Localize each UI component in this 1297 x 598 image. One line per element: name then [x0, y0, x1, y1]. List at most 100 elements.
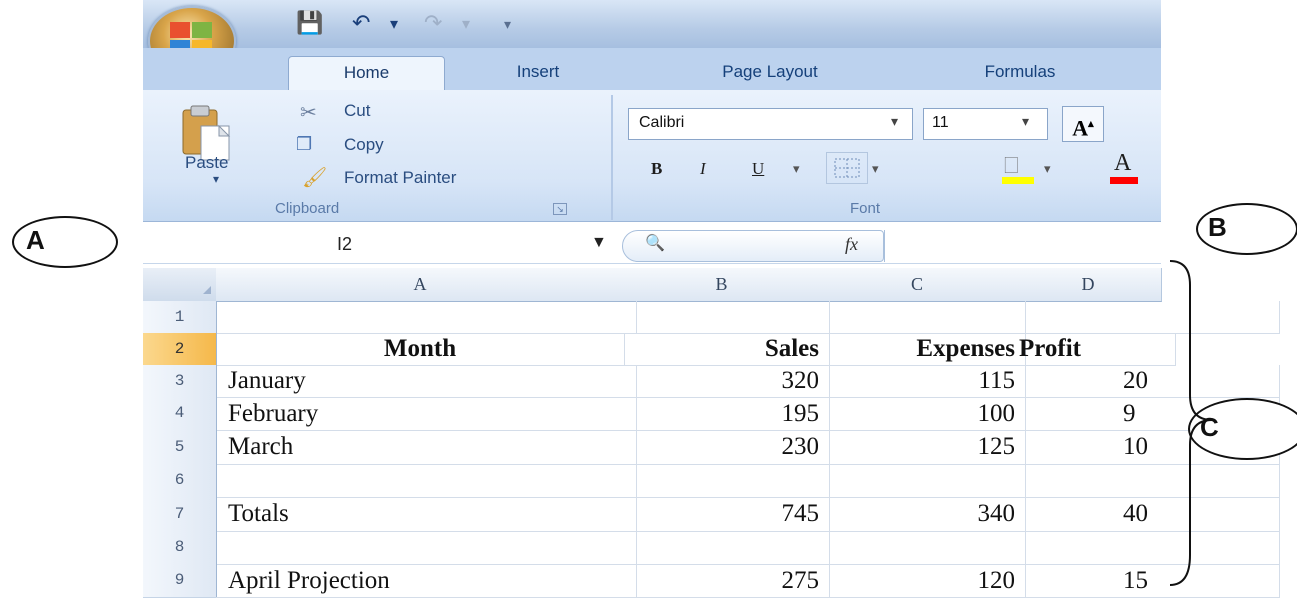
cell-b7[interactable]: 745: [624, 497, 830, 532]
tab-formulas[interactable]: Formulas: [935, 56, 1105, 90]
cell-b3[interactable]: 320: [624, 365, 830, 398]
column-header-c[interactable]: C: [819, 268, 1016, 302]
cell-d6[interactable]: [1015, 464, 1280, 498]
callout-b: B: [1196, 203, 1297, 255]
font-color-button[interactable]: A: [1106, 150, 1142, 186]
cell-c7[interactable]: 340: [819, 497, 1026, 532]
cell-b5[interactable]: 230: [624, 430, 830, 465]
row-header-5[interactable]: 5: [143, 430, 217, 465]
tab-home[interactable]: Home: [288, 56, 445, 91]
font-size-value: 11: [932, 114, 949, 131]
cell-b8[interactable]: [624, 531, 830, 565]
cell-b4[interactable]: 195: [624, 397, 830, 431]
row-header-6[interactable]: 6: [143, 464, 217, 498]
quick-access-toolbar: 💾 ↶ ▾ ↷ ▾ ▾: [282, 10, 632, 40]
cell-c8[interactable]: [819, 531, 1026, 565]
cell-d1[interactable]: [1015, 301, 1280, 334]
cell-c1[interactable]: [819, 301, 1026, 334]
column-header-d[interactable]: D: [1015, 268, 1162, 302]
cell-a3[interactable]: January: [216, 365, 637, 398]
copy-icon[interactable]: ❐: [296, 134, 312, 155]
row-header-8[interactable]: 8: [143, 531, 217, 565]
cell-b2[interactable]: Sales: [624, 333, 830, 366]
row-header-1[interactable]: 1: [143, 301, 217, 334]
paste-dropdown-icon[interactable]: ▾: [213, 172, 219, 186]
cell-a5[interactable]: March: [216, 430, 637, 465]
column-header-a[interactable]: A: [216, 268, 625, 302]
underline-dropdown-icon[interactable]: ▾: [793, 152, 800, 186]
underline-button[interactable]: U: [752, 152, 764, 186]
customize-qat-icon[interactable]: ▾: [504, 16, 511, 44]
cell-a2[interactable]: Month: [216, 333, 625, 366]
row-header-9[interactable]: 9: [143, 564, 217, 598]
fill-color-dropdown-icon[interactable]: ▾: [1044, 152, 1051, 186]
cell-a1[interactable]: [216, 301, 637, 334]
select-all-button[interactable]: [143, 268, 217, 302]
cell-a6[interactable]: [216, 464, 637, 498]
font-name-value: Calibri: [639, 114, 685, 131]
italic-button[interactable]: I: [700, 152, 706, 186]
tab-insert[interactable]: Insert: [478, 56, 598, 90]
name-box-value: I2: [337, 234, 353, 254]
bold-button[interactable]: B: [651, 152, 662, 186]
cell-b9[interactable]: 275: [624, 564, 830, 598]
cell-c4[interactable]: 100: [819, 397, 1026, 431]
column-header-b[interactable]: B: [624, 268, 820, 302]
row-header-2[interactable]: 2: [143, 333, 217, 366]
tab-page-layout[interactable]: Page Layout: [660, 56, 880, 90]
cell-a4[interactable]: February: [216, 397, 637, 431]
undo-icon[interactable]: ↶: [352, 10, 370, 38]
format-painter-button[interactable]: Format Painter: [344, 168, 456, 188]
font-group-label: Font: [850, 200, 881, 217]
clipboard-group-label: Clipboard: [275, 200, 340, 217]
redo-icon[interactable]: ↷: [424, 10, 442, 38]
cut-button[interactable]: Cut: [344, 101, 370, 121]
name-box[interactable]: I2 ▼: [143, 230, 613, 262]
format-painter-icon[interactable]: 🖌: [302, 165, 327, 190]
callout-b-label: B: [1208, 212, 1227, 242]
paste-button-label[interactable]: Paste: [185, 153, 228, 173]
save-icon[interactable]: 💾: [296, 10, 323, 38]
cell-a7[interactable]: Totals: [216, 497, 637, 532]
clipboard-dialog-launcher-icon[interactable]: ↘: [553, 203, 567, 215]
copy-button[interactable]: Copy: [344, 135, 384, 155]
row-header-3[interactable]: 3: [143, 365, 217, 398]
name-box-dropdown-icon[interactable]: ▼: [591, 234, 607, 252]
cell-a8[interactable]: [216, 531, 637, 565]
cell-d3[interactable]: 20: [1015, 365, 1280, 398]
cut-icon[interactable]: ✂: [300, 100, 317, 125]
formula-input[interactable]: [884, 230, 1161, 262]
borders-dropdown-icon[interactable]: ▾: [872, 152, 879, 186]
cell-d2[interactable]: Profit: [1015, 333, 1176, 366]
font-name-dropdown-icon[interactable]: ▾: [891, 113, 898, 130]
cell-b6[interactable]: [624, 464, 830, 498]
font-name-box[interactable]: Calibri ▾: [628, 108, 913, 140]
cell-c9[interactable]: 120: [819, 564, 1026, 598]
fill-color-swatch: [1002, 177, 1034, 184]
font-color-swatch: [1110, 177, 1138, 184]
cell-a9[interactable]: April Projection: [216, 564, 637, 598]
cell-b1[interactable]: [624, 301, 830, 334]
formula-bar-handle-icon[interactable]: 🔍: [645, 233, 665, 253]
grow-font-button[interactable]: A▴: [1062, 106, 1104, 142]
borders-button[interactable]: [826, 152, 868, 184]
row-header-7[interactable]: 7: [143, 497, 217, 532]
insert-function-button[interactable]: fx: [845, 234, 858, 255]
font-color-letter: A: [1114, 150, 1132, 176]
cell-c3[interactable]: 115: [819, 365, 1026, 398]
formula-bar-buttons: 🔍 fx: [622, 230, 884, 262]
row-header-4[interactable]: 4: [143, 397, 217, 431]
cell-d8[interactable]: [1015, 531, 1280, 565]
font-size-box[interactable]: 11 ▾: [923, 108, 1048, 140]
font-size-dropdown-icon[interactable]: ▾: [1022, 113, 1029, 130]
cell-d9[interactable]: 15: [1015, 564, 1280, 598]
cell-c6[interactable]: [819, 464, 1026, 498]
cell-d7[interactable]: 40: [1015, 497, 1280, 532]
undo-dropdown-icon[interactable]: ▾: [390, 14, 398, 42]
cell-c5[interactable]: 125: [819, 430, 1026, 465]
redo-dropdown-icon[interactable]: ▾: [462, 14, 470, 42]
cell-c2[interactable]: Expenses: [819, 333, 1026, 366]
ribbon-separator: [611, 95, 613, 220]
fill-color-button[interactable]: 🗌: [1000, 152, 1038, 186]
callout-a: A: [12, 216, 118, 268]
